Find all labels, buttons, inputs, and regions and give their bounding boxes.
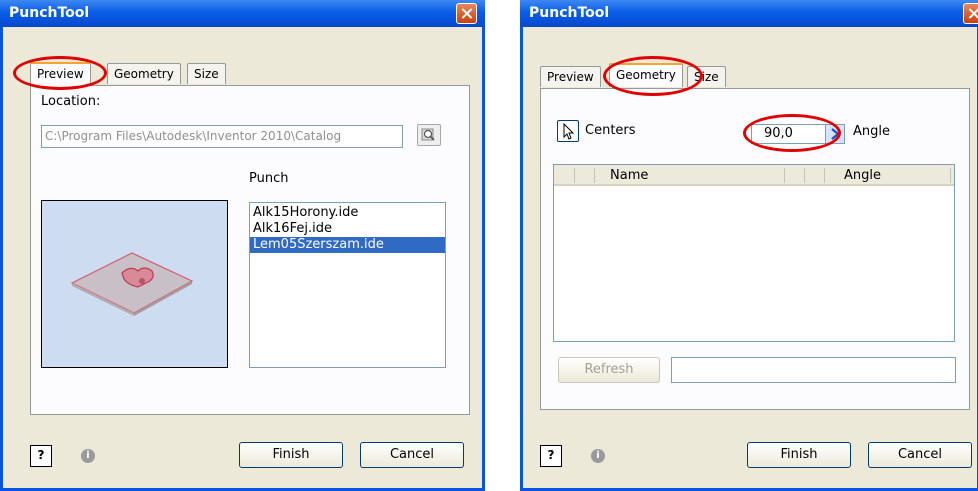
info-icon: i <box>591 449 605 463</box>
punchtool-dialog-preview: PunchTool Preview Geometry Size Location… <box>0 0 485 491</box>
tab-geometry[interactable]: Geometry <box>609 63 683 87</box>
punchtool-dialog-geometry: PunchTool Preview Geometry Size Centers … <box>520 0 978 491</box>
centers-label: Centers <box>585 123 636 138</box>
angle-label: Angle <box>853 124 890 139</box>
close-button[interactable] <box>963 3 978 24</box>
close-button[interactable] <box>456 3 477 24</box>
cursor-arrow-icon <box>563 122 575 140</box>
tab-geometry[interactable]: Geometry <box>107 63 181 84</box>
tab-size[interactable]: Size <box>687 66 726 87</box>
table-header: Name Angle <box>554 165 954 186</box>
angle-arrow-button[interactable] <box>825 124 845 144</box>
finish-button[interactable]: Finish <box>239 442 343 468</box>
part-preview-graphic <box>70 252 194 316</box>
location-field[interactable]: C:\Program Files\Autodesk\Inventor 2010\… <box>41 125 403 148</box>
dialog-title: PunchTool <box>529 5 610 21</box>
tab-preview[interactable]: Preview <box>30 62 91 86</box>
cancel-button[interactable]: Cancel <box>868 442 972 468</box>
title-bar[interactable]: PunchTool <box>520 0 978 27</box>
search-icon <box>421 128 435 141</box>
column-header-name[interactable]: Name <box>610 168 648 183</box>
info-button[interactable]: i <box>591 449 613 471</box>
title-bar[interactable]: PunchTool <box>0 0 485 27</box>
punch-list[interactable]: Alk15Horony.ide Alk16Fej.ide Lem05Szersz… <box>249 202 446 368</box>
browse-button[interactable] <box>417 124 441 146</box>
preview-image <box>41 200 228 368</box>
list-item[interactable]: Alk15Horony.ide <box>250 205 445 221</box>
info-button[interactable]: i <box>81 449 103 471</box>
column-header-angle[interactable]: Angle <box>844 168 881 183</box>
list-item[interactable]: Alk16Fej.ide <box>250 221 445 237</box>
cancel-button[interactable]: Cancel <box>360 442 464 468</box>
centers-table[interactable]: Name Angle <box>553 164 955 342</box>
finish-button[interactable]: Finish <box>747 442 851 468</box>
punch-label: Punch <box>249 171 289 186</box>
tab-preview[interactable]: Preview <box>540 66 601 87</box>
status-field <box>671 357 956 383</box>
chevron-right-icon <box>831 128 840 140</box>
select-centers-button[interactable] <box>557 120 579 142</box>
dialog-title: PunchTool <box>9 5 90 21</box>
tab-size[interactable]: Size <box>187 63 226 84</box>
list-item-selected[interactable]: Lem05Szerszam.ide <box>250 237 445 253</box>
refresh-button[interactable]: Refresh <box>558 357 660 383</box>
help-icon[interactable]: ? <box>30 445 52 467</box>
help-icon[interactable]: ? <box>540 445 562 467</box>
location-label: Location: <box>41 94 101 109</box>
angle-input[interactable]: 90,0 <box>751 124 831 144</box>
info-icon: i <box>81 449 95 463</box>
